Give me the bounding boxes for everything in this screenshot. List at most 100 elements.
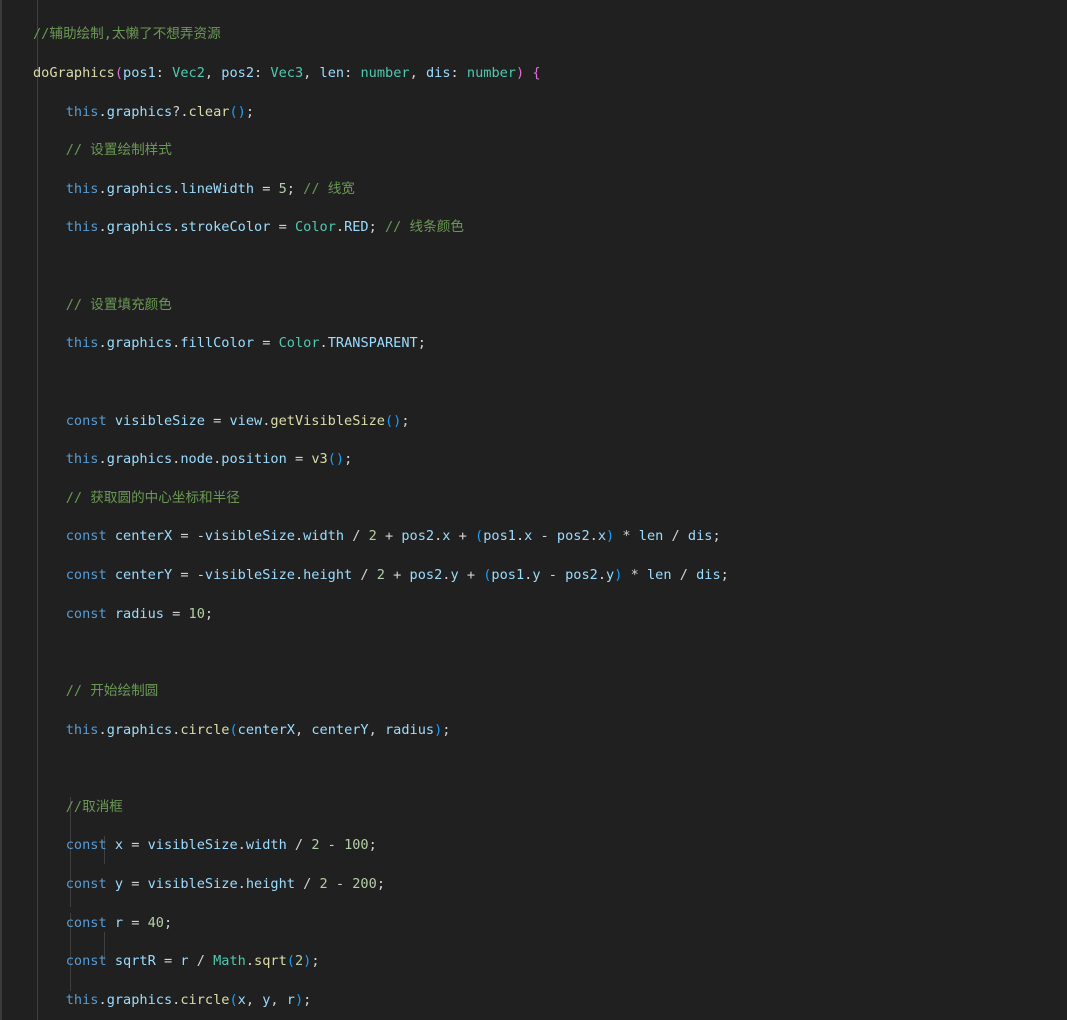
code-line[interactable]: const sqrtR = r / Math.sqrt(2); [2, 952, 1067, 971]
dot-token: . [515, 528, 525, 545]
number-token: 200 [352, 876, 377, 893]
operator-token: = [163, 605, 189, 622]
code-line-blank[interactable] [2, 373, 1067, 392]
const-token: const [65, 605, 107, 622]
code-line[interactable]: const centerY = -visibleSize.height / 2 … [2, 566, 1067, 585]
property-token: y [532, 567, 541, 584]
argument-token: centerY [311, 721, 369, 738]
code-line[interactable]: const centerX = -visibleSize.width / 2 +… [2, 527, 1067, 546]
code-line[interactable]: const radius = 10; [2, 605, 1067, 624]
code-line[interactable]: //辅助绘制,太懒了不想弄资源 [2, 25, 1067, 44]
comma-token: , [270, 991, 287, 1008]
semicolon-token: ; [245, 103, 255, 120]
dot-token: . [335, 219, 345, 236]
comma-token: , [368, 721, 385, 738]
argument-token: x [237, 991, 246, 1008]
code-line[interactable]: this.graphics.fillColor = Color.TRANSPAR… [2, 334, 1067, 353]
paren-token: ) [516, 64, 525, 81]
semicolon-token: ; [368, 219, 385, 236]
code-line-blank[interactable] [2, 257, 1067, 276]
code-line[interactable]: this.graphics.circle(x, y, r); [2, 991, 1067, 1010]
this-token: this [65, 721, 99, 738]
dot-token: . [98, 991, 107, 1008]
code-line-blank[interactable] [2, 643, 1067, 662]
dot-token: . [245, 953, 255, 970]
code-line[interactable]: this.graphics.node.position = v3(); [2, 450, 1067, 469]
const-token: const [65, 953, 107, 970]
comment-token: // 线条颜色 [385, 219, 464, 236]
object-token: pos1 [491, 567, 525, 584]
object-token: pos2 [401, 528, 435, 545]
method-token: sqrt [254, 953, 287, 970]
property-token: graphics [106, 103, 173, 120]
method-token: circle [180, 721, 230, 738]
paren-token: ( [114, 64, 124, 81]
object-token: pos2 [565, 567, 598, 584]
dot-token: . [589, 528, 598, 545]
paren-token: () [229, 103, 246, 120]
code-line[interactable]: this.graphics.strokeColor = Color.RED; /… [2, 218, 1067, 237]
code-line-blank[interactable] [2, 759, 1067, 778]
type-token: number [466, 64, 516, 81]
code-line[interactable]: const x = visibleSize.width / 2 - 100; [2, 836, 1067, 855]
dot-token: . [237, 876, 246, 893]
code-line[interactable]: const r = 40; [2, 914, 1067, 933]
variable-token: y [114, 876, 124, 893]
code-line[interactable]: this.graphics.circle(centerX, centerY, r… [2, 721, 1067, 740]
operator-token: = [254, 335, 279, 352]
colon-token: : [450, 64, 467, 81]
code-line[interactable]: this.graphics.lineWidth = 5; // 线宽 [2, 180, 1067, 199]
property-token: graphics [106, 721, 173, 738]
number-token: 5 [278, 180, 287, 197]
semicolon-token: ; [712, 528, 721, 545]
object-token: visibleSize [147, 837, 238, 854]
method-token: clear [188, 103, 230, 120]
dot-token: . [98, 335, 107, 352]
colon-token: : [254, 64, 271, 81]
semicolon-token: ; [303, 991, 312, 1008]
argument-token: r [286, 991, 295, 1008]
code-line[interactable]: // 设置绘制样式 [2, 141, 1067, 160]
operator-token: + [458, 567, 484, 584]
const-token: const [65, 876, 107, 893]
code-editor[interactable]: //辅助绘制,太懒了不想弄资源 doGraphics(pos1: Vec2, p… [0, 0, 1067, 1020]
comma-token: , [294, 721, 312, 738]
operator-token: * [622, 567, 647, 584]
param-token: dis [425, 64, 451, 81]
comment-token: // 设置填充颜色 [65, 296, 172, 313]
comment-token: // 开始绘制圆 [65, 682, 159, 699]
code-line[interactable]: // 开始绘制圆 [2, 682, 1067, 701]
type-token: Vec3 [270, 64, 304, 81]
property-token: lineWidth [180, 180, 255, 197]
code-line[interactable]: doGraphics(pos1: Vec2, pos2: Vec3, len: … [2, 64, 1067, 83]
code-line[interactable]: this.graphics?.clear(); [2, 103, 1067, 122]
code-line[interactable]: // 获取圆的中心坐标和半径 [2, 489, 1067, 508]
code-line[interactable]: const y = visibleSize.height / 2 - 200; [2, 875, 1067, 894]
object-token: pos1 [483, 528, 516, 545]
variable-token: len [646, 567, 672, 584]
variable-token: x [114, 837, 124, 854]
object-token: visibleSize [147, 876, 238, 893]
operator-token: = [254, 180, 279, 197]
property-token: graphics [106, 335, 173, 352]
operator-token: / [344, 528, 369, 545]
property-token: graphics [106, 180, 173, 197]
variable-token: visibleSize [114, 412, 205, 429]
const-token: const [65, 837, 107, 854]
argument-token: centerX [237, 721, 295, 738]
code-line[interactable]: // 设置填充颜色 [2, 296, 1067, 315]
property-token: strokeColor [180, 219, 271, 236]
dot-token: . [98, 721, 107, 738]
code-line[interactable]: //取消框 [2, 798, 1067, 817]
semicolon-token: ; [417, 335, 426, 352]
object-token: pos2 [556, 528, 590, 545]
this-token: this [65, 103, 99, 120]
number-token: 2 [294, 953, 304, 970]
semicolon-token: ; [442, 721, 451, 738]
code-content[interactable]: //辅助绘制,太懒了不想弄资源 doGraphics(pos1: Vec2, p… [2, 6, 1067, 1020]
code-line[interactable]: const visibleSize = view.getVisibleSize(… [2, 412, 1067, 431]
